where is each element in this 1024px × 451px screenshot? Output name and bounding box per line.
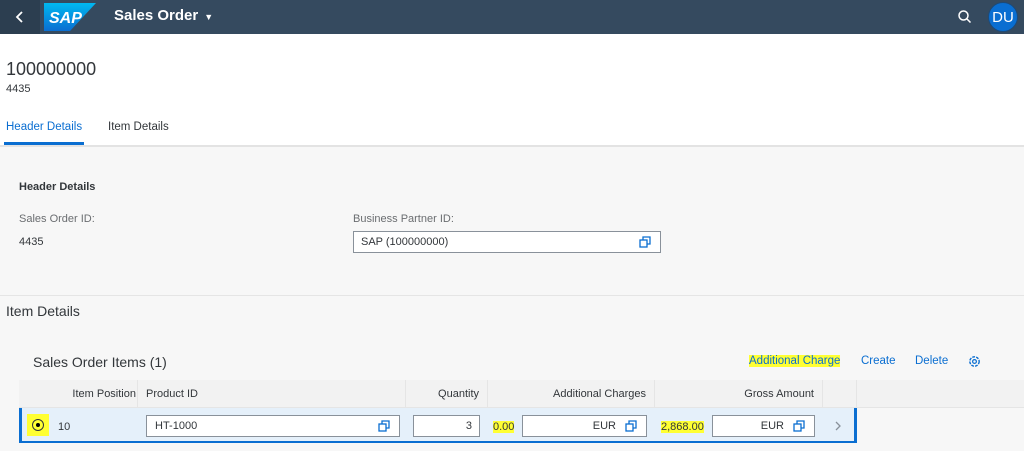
header-separator [0,145,1024,147]
gross-amount-currency: EUR [760,420,784,432]
copy-icon[interactable] [625,420,638,433]
business-partner-label: Business Partner ID: [353,213,454,225]
search-button[interactable] [955,7,975,27]
search-icon [958,10,972,24]
sales-order-id-value: 4435 [19,236,44,248]
additional-charges-currency-field[interactable]: EUR [522,415,647,437]
shell-bar: SAP Sales Order ▼ DU [0,0,1024,34]
row-select-radio[interactable] [32,419,44,431]
tab-header-details[interactable]: Header Details [6,121,82,133]
avatar[interactable]: DU [988,2,1018,32]
object-header: 100000000 4435 Header Details Item Detai… [0,34,1024,146]
app-title-menu[interactable]: Sales Order ▼ [114,7,213,24]
column-header-gross-amount[interactable]: Gross Amount [655,380,823,408]
additional-charges-value: 0.00 [493,421,515,433]
item-details-title: Item Details [6,303,80,319]
item-position-value: 10 [58,421,71,433]
gross-amount-currency-field[interactable]: EUR [712,415,815,437]
business-partner-field[interactable]: SAP (100000000) [353,231,661,253]
business-partner-value: SAP (100000000) [361,236,449,248]
copy-icon[interactable] [793,420,806,433]
chevron-right-icon[interactable] [834,420,842,432]
tab-item-details[interactable]: Item Details [108,121,169,133]
quantity-value: 3 [465,420,472,432]
column-header-item-position[interactable]: Item Position [19,380,138,408]
sap-logo[interactable]: SAP [44,3,96,31]
back-button[interactable] [0,0,40,34]
additional-charge-button[interactable]: Additional Charge [749,355,841,367]
app-title: Sales Order [114,7,199,24]
back-icon [15,11,23,23]
caret-down-icon: ▼ [204,11,214,22]
column-header-nav [823,380,857,408]
product-id-field[interactable]: HT-1000 [146,415,400,437]
delete-button[interactable]: Delete [915,355,948,367]
sales-order-id-label: Sales Order ID: [19,213,95,225]
object-title: 100000000 [6,59,97,79]
column-header-additional-charges[interactable]: Additional Charges [488,380,655,408]
additional-charges-currency: EUR [592,420,616,432]
object-subtitle: 4435 [6,83,31,95]
product-id-value: HT-1000 [155,420,198,432]
section-separator [0,295,1024,296]
column-header-quantity[interactable]: Quantity [406,380,488,408]
table-header: Item Position Product ID Quantity Additi… [19,380,1024,408]
copy-icon[interactable] [639,236,652,249]
table-title: Sales Order Items (1) [33,354,167,370]
create-button[interactable]: Create [861,355,896,367]
column-header-product-id[interactable]: Product ID [138,380,406,408]
gross-amount-value: 2,868.00 [661,421,704,433]
logo-text: SAP [49,10,82,27]
quantity-field[interactable]: 3 [413,415,480,437]
copy-icon[interactable] [378,420,391,433]
header-details-title: Header Details [19,181,96,193]
settings-icon[interactable] [967,354,982,369]
